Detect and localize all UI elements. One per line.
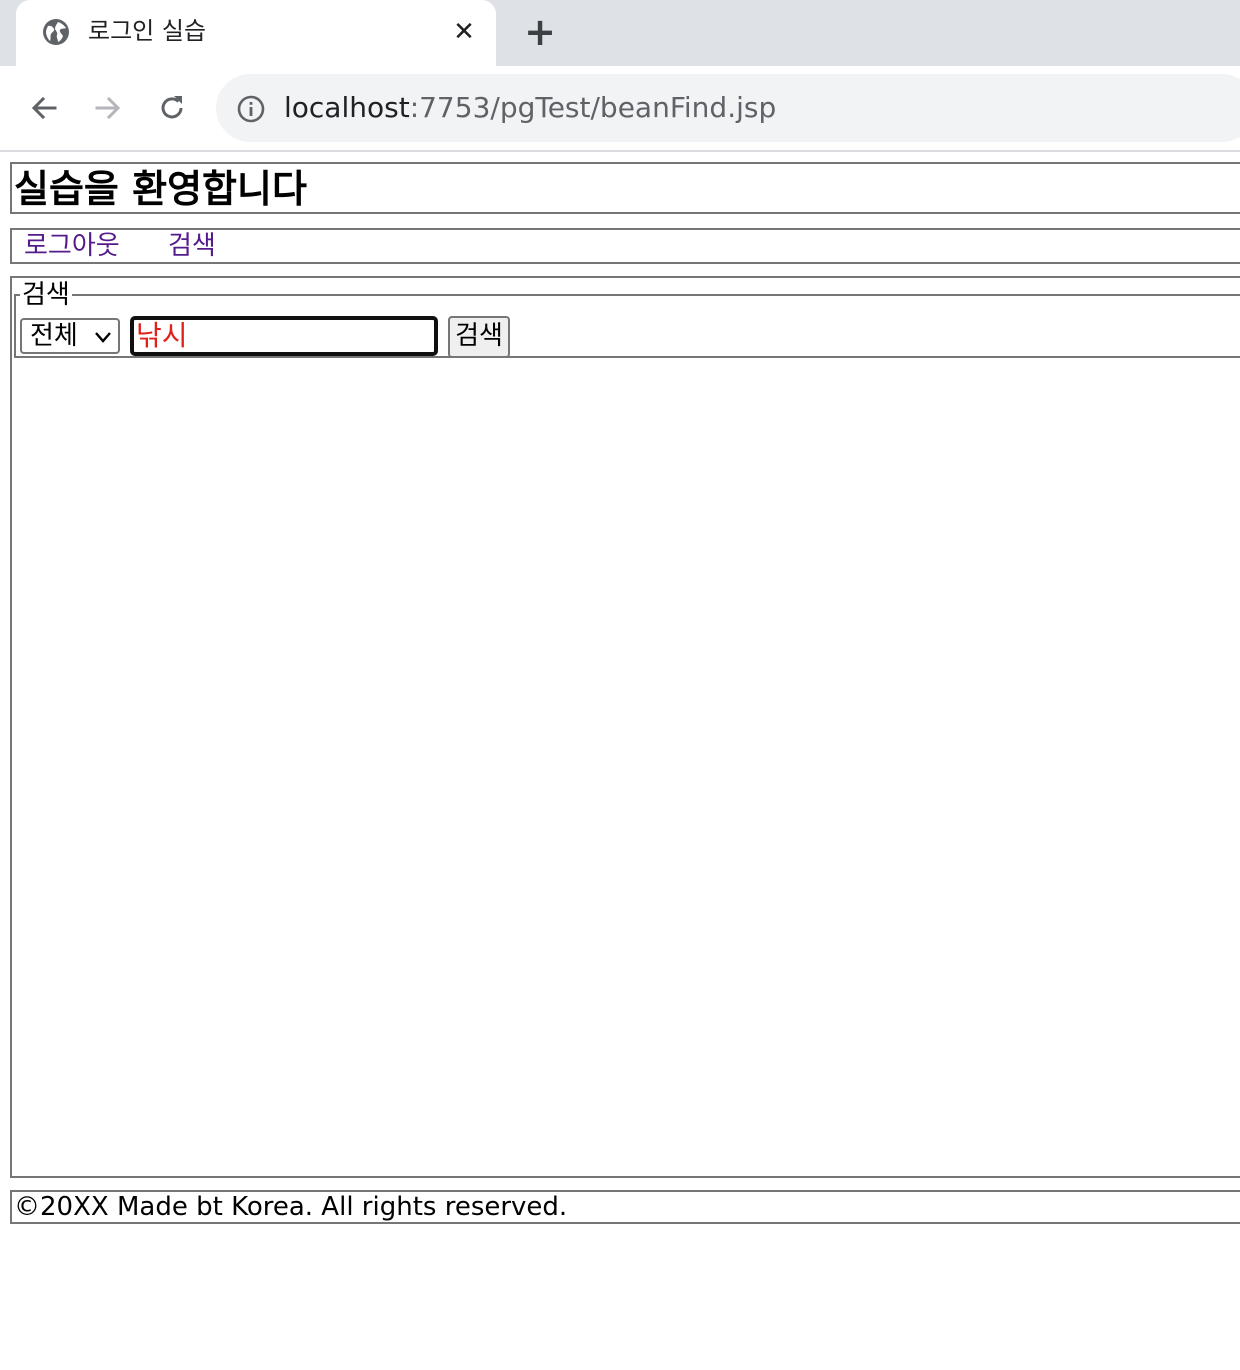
header: 실습을 환영합니다	[10, 162, 1240, 214]
url-path: :7753/pgTest/beanFind.jsp	[409, 91, 777, 124]
search-legend: 검색	[20, 280, 72, 310]
reload-icon	[161, 96, 183, 119]
footer-copyright: ©20XX Made bt Korea. All rights reserved…	[14, 1192, 568, 1222]
search-input[interactable]: 낚시	[130, 316, 438, 356]
plus-icon[interactable]: +	[522, 10, 558, 54]
search-fieldset: 검색 전체 낚시 검색	[14, 280, 1240, 358]
footer: ©20XX Made bt Korea. All rights reserved…	[10, 1190, 1240, 1224]
logout-link[interactable]: 로그아웃	[24, 230, 120, 262]
url-host: localhost	[284, 91, 410, 124]
globe-icon	[43, 19, 69, 45]
back-button[interactable]	[24, 88, 64, 128]
search-link[interactable]: 검색	[168, 230, 216, 262]
tab-strip: 로그인 실습 ✕ +	[0, 0, 1240, 66]
close-icon[interactable]: ✕	[450, 17, 478, 47]
search-button[interactable]: 검색	[448, 316, 510, 358]
browser-tab[interactable]: 로그인 실습 ✕	[16, 0, 496, 66]
forward-arrow-icon	[95, 96, 121, 120]
content-section: 검색 전체 낚시 검색	[10, 276, 1240, 1178]
tab-title: 로그인 실습	[88, 17, 207, 45]
search-category-select[interactable]: 전체	[20, 318, 120, 354]
address-bar[interactable]: localhost:7753/pgTest/beanFind.jsp	[216, 74, 1240, 142]
back-arrow-icon	[31, 96, 57, 120]
page-title: 실습을 환영합니다	[14, 167, 307, 211]
info-icon[interactable]	[236, 94, 266, 124]
forward-button[interactable]	[88, 88, 128, 128]
browser-toolbar: localhost:7753/pgTest/beanFind.jsp	[0, 66, 1240, 152]
nav-bar: 로그아웃 검색	[10, 228, 1240, 264]
reload-button[interactable]	[152, 88, 192, 128]
select-value: 전체	[30, 321, 78, 351]
url-text: localhost:7753/pgTest/beanFind.jsp	[284, 88, 776, 128]
chevron-down-icon	[95, 332, 111, 343]
